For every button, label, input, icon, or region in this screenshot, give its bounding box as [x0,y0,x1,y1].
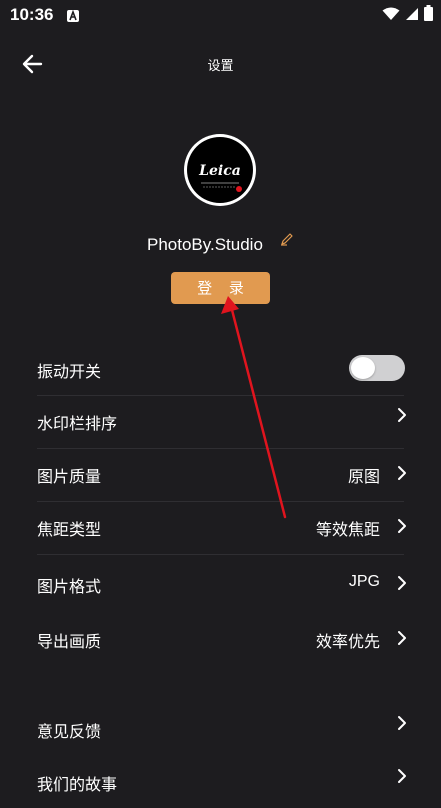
setting-row-watermark-order[interactable]: 水印栏排序 [37,395,407,447]
toggle-knob [351,357,375,379]
username: PhotoBy.Studio [146,235,263,254]
header: 设置 [0,44,441,84]
a-notification-icon [66,8,80,22]
setting-row-focal-type[interactable]: 焦距类型 等效焦距 [37,501,407,553]
setting-label: 焦距类型 [37,520,102,539]
chevron-right-icon [397,465,407,481]
setting-value: 效率优先 [315,632,380,651]
battery-icon [424,5,433,25]
cell-signal-icon [405,6,419,25]
chevron-right-icon [397,768,407,784]
login-button[interactable]: 登 录 [171,272,270,304]
chevron-right-icon [397,407,407,423]
chevron-right-icon [397,518,407,534]
vibration-toggle[interactable] [349,355,405,381]
setting-value: 原图 [347,467,380,486]
setting-label: 我们的故事 [37,775,118,794]
setting-value: JPG [348,573,380,590]
page-title: 设置 [207,59,234,74]
avatar[interactable]: Leica [184,134,256,206]
setting-label: 图片格式 [37,577,102,596]
setting-row-our-story[interactable]: 我们的故事 [37,756,407,808]
username-row: PhotoBy.Studio [0,231,441,254]
status-time: 10:36 [10,5,54,24]
setting-label: 图片质量 [37,467,102,486]
setting-row-image-format[interactable]: 图片格式 JPG [37,558,407,610]
chevron-right-icon [397,630,407,646]
setting-label: 振动开关 [37,362,102,381]
setting-row-image-quality[interactable]: 图片质量 原图 [37,448,407,500]
setting-label: 意见反馈 [37,722,102,741]
setting-label: 水印栏排序 [37,414,118,433]
setting-value: 等效焦距 [315,520,380,539]
pencil-icon[interactable] [280,231,294,246]
chevron-right-icon [397,715,407,731]
setting-row-export-quality[interactable]: 导出画质 效率优先 [37,613,407,665]
chevron-right-icon [397,575,407,591]
wifi-icon [382,6,400,25]
setting-row-feedback[interactable]: 意见反馈 [37,703,407,755]
leica-logo: Leica [187,137,253,203]
avatar-logo-text: Leica [198,163,241,179]
setting-label: 导出画质 [37,632,102,651]
status-icons [382,5,433,25]
status-bar: 10:36 [0,0,441,30]
setting-row-vibration: 振动开关 [37,343,407,395]
divider [37,554,404,555]
